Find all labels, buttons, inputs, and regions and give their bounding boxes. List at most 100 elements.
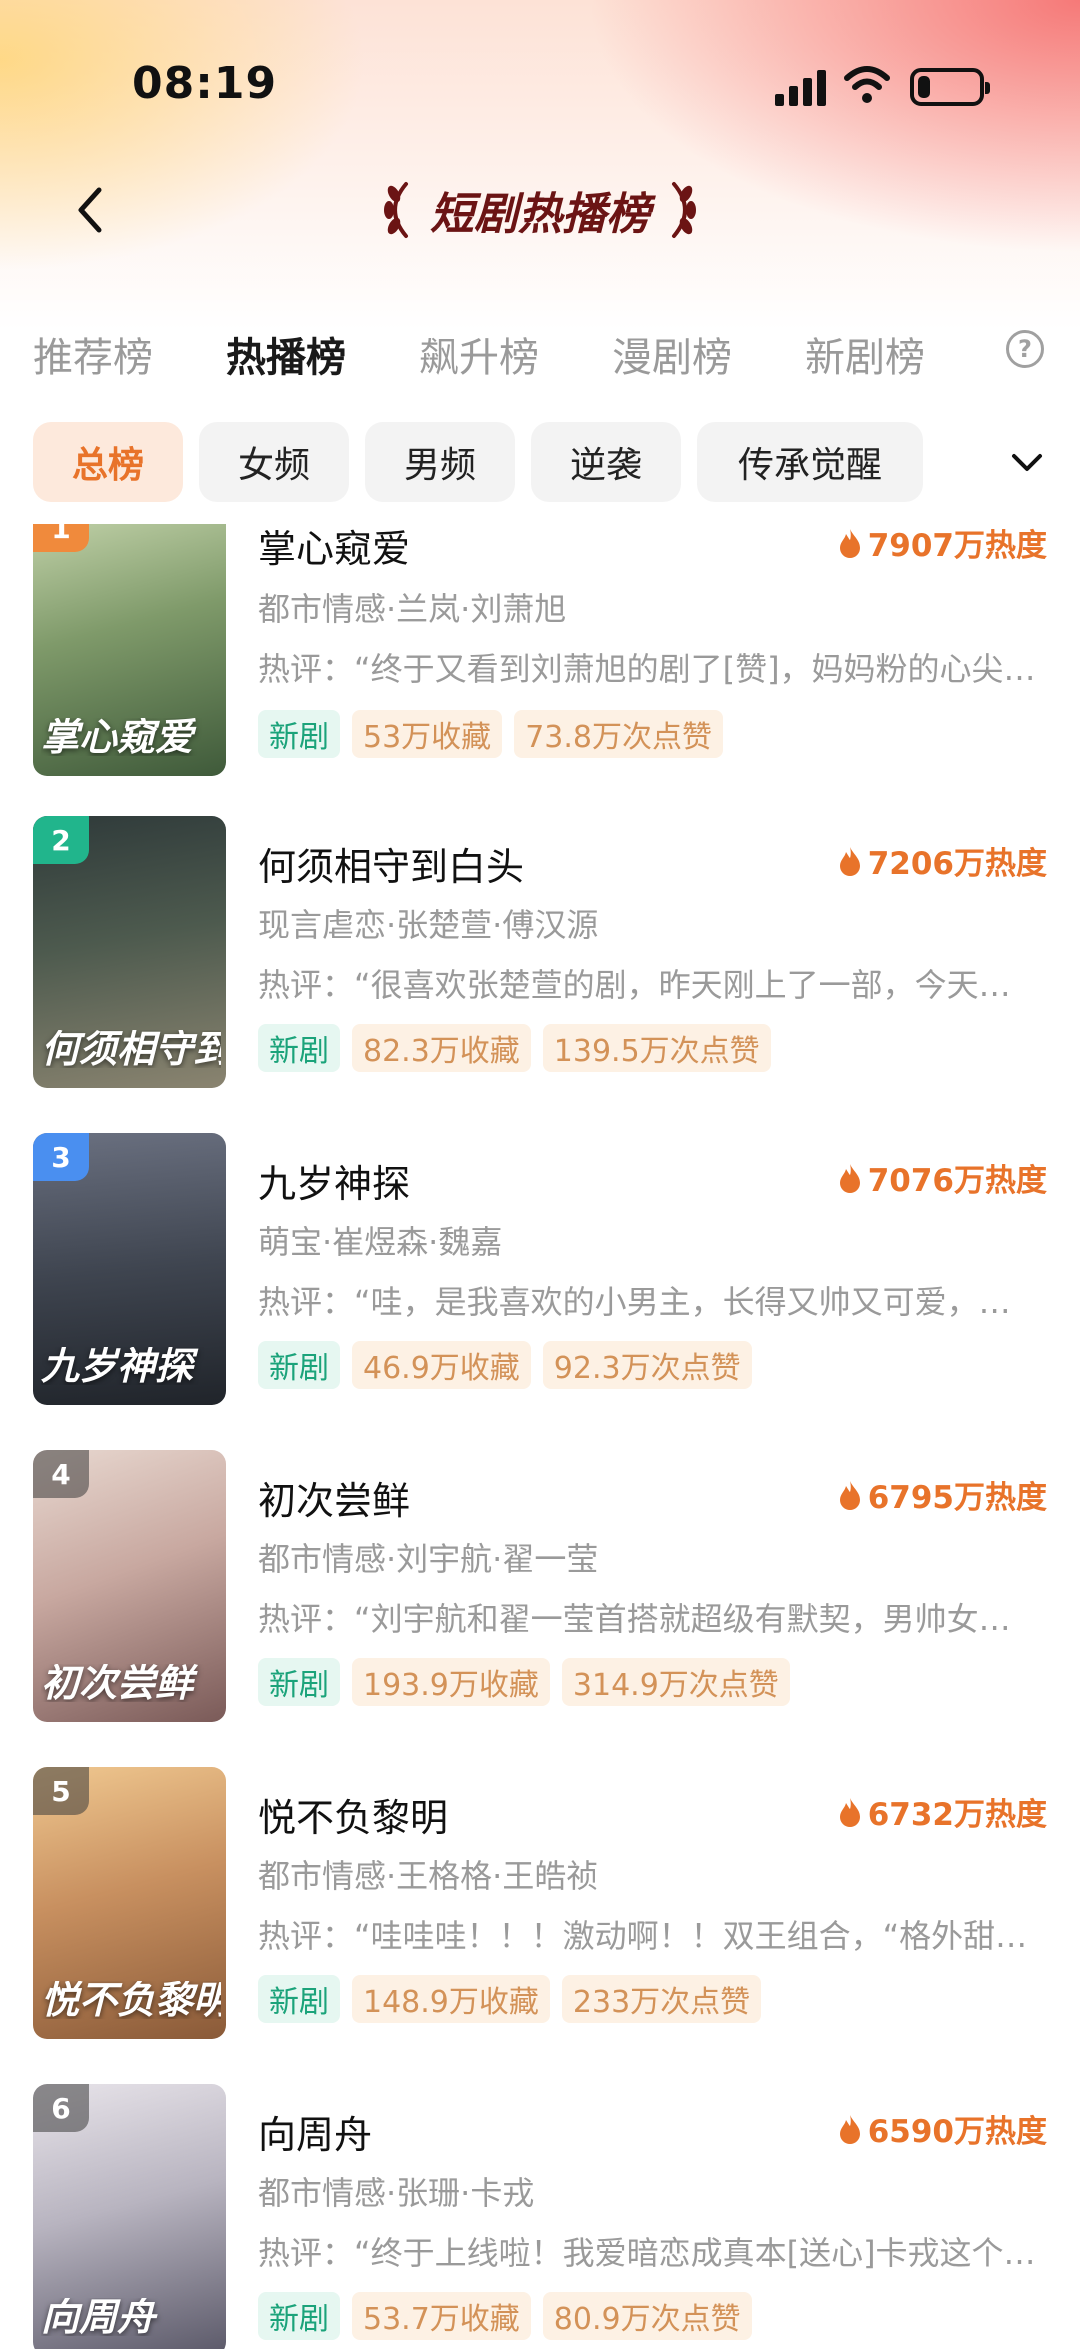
likes-tag: 139.5万次点赞 bbox=[542, 1024, 771, 1072]
tag-row: 新剧 193.9万收藏 314.9万次点赞 bbox=[258, 1658, 802, 1706]
poster-title: 初次尝鲜 bbox=[41, 1664, 194, 1702]
hot-comment: 热评：“刘宇航和翟一莹首搭就超级有默契，男帅女… bbox=[258, 1600, 1011, 1638]
laurel-left-icon bbox=[384, 182, 408, 238]
chip-awakening[interactable]: 传承觉醒 bbox=[697, 422, 923, 502]
flame-icon bbox=[839, 1163, 860, 1193]
hot-comment: 热评：“哇，是我喜欢的小男主，长得又帅又可爱，… bbox=[258, 1283, 1011, 1321]
list-item[interactable]: 5 悦不负黎明 悦不负黎明 6732万热度 都市情感·王格格·王皓祯 热评：“哇… bbox=[0, 1767, 1080, 2057]
list-item[interactable]: 4 初次尝鲜 初次尝鲜 6795万热度 都市情感·刘宇航·翟一莹 热评：“刘宇航… bbox=[0, 1450, 1080, 1740]
wifi-icon bbox=[844, 66, 890, 103]
poster-image[interactable]: 6 向周舟 bbox=[33, 2084, 226, 2349]
tag-row: 新剧 46.9万收藏 92.3万次点赞 bbox=[258, 1341, 764, 1389]
hot-comment: 热评：“终于又看到刘萧旭的剧了[赞]，妈妈粉的心尖… bbox=[258, 650, 1036, 688]
chip-all[interactable]: 总榜 bbox=[33, 422, 183, 502]
likes-tag: 314.9万次点赞 bbox=[561, 1658, 790, 1706]
tag-row: 新剧 53万收藏 73.8万次点赞 bbox=[258, 710, 735, 758]
poster-title: 向周舟 bbox=[41, 2298, 156, 2336]
chevron-down-icon bbox=[1012, 454, 1042, 471]
status-bar: 08:19 bbox=[0, 0, 1080, 160]
rank-badge: 4 bbox=[33, 1450, 89, 1498]
chip-comeback[interactable]: 逆袭 bbox=[531, 422, 681, 502]
tab-recommend[interactable]: 推荐榜 bbox=[33, 325, 153, 383]
drama-title[interactable]: 掌心窥爱 bbox=[258, 524, 410, 573]
drama-meta: 都市情感·王格格·王皓祯 bbox=[258, 1857, 599, 1895]
heat-value: 6732万热度 bbox=[867, 1797, 1047, 1833]
drama-title[interactable]: 九岁神探 bbox=[258, 1153, 410, 1208]
poster-image[interactable]: 1 掌心窥爱 bbox=[33, 524, 226, 776]
tab-new[interactable]: 新剧榜 bbox=[805, 325, 925, 383]
heat-score: 7907万热度 bbox=[838, 524, 1047, 565]
heat-score: 6732万热度 bbox=[838, 1789, 1047, 1834]
poster-image[interactable]: 3 九岁神探 bbox=[33, 1133, 226, 1405]
heat-score: 6795万热度 bbox=[838, 1472, 1047, 1517]
rank-badge: 6 bbox=[33, 2084, 89, 2132]
new-tag: 新剧 bbox=[258, 710, 340, 758]
tag-row: 新剧 148.9万收藏 233万次点赞 bbox=[258, 1975, 773, 2023]
list-item[interactable]: 1 掌心窥爱 掌心窥爱 7907万热度 都市情感·兰岚·刘萧旭 热评：“终于又看… bbox=[0, 524, 1080, 814]
new-tag: 新剧 bbox=[258, 1658, 340, 1706]
rank-badge: 3 bbox=[33, 1133, 89, 1181]
title-wrap: 短剧热播榜 bbox=[0, 170, 1080, 250]
drama-title[interactable]: 初次尝鲜 bbox=[258, 1470, 410, 1525]
likes-tag: 73.8万次点赞 bbox=[514, 710, 723, 758]
heat-value: 6795万热度 bbox=[867, 1480, 1047, 1516]
favorites-tag: 46.9万收藏 bbox=[352, 1341, 531, 1389]
poster-image[interactable]: 4 初次尝鲜 bbox=[33, 1450, 226, 1722]
tab-hot[interactable]: 热播榜 bbox=[226, 325, 346, 383]
heat-score: 7076万热度 bbox=[838, 1155, 1047, 1200]
expand-categories-button[interactable] bbox=[1000, 440, 1054, 486]
list-item[interactable]: 6 向周舟 向周舟 6590万热度 都市情感·张珊·卡戎 热评：“终于上线啦！我… bbox=[0, 2084, 1080, 2349]
new-tag: 新剧 bbox=[258, 1975, 340, 2023]
help-icon[interactable]: ? bbox=[1006, 330, 1044, 368]
poster-title: 悦不负黎明 bbox=[41, 1981, 221, 2019]
likes-tag: 233万次点赞 bbox=[561, 1975, 762, 2023]
page-title: 短剧热播榜 bbox=[430, 189, 650, 240]
new-tag: 新剧 bbox=[258, 2292, 340, 2340]
favorites-tag: 148.9万收藏 bbox=[352, 1975, 550, 2023]
drama-title[interactable]: 悦不负黎明 bbox=[258, 1787, 448, 1842]
drama-title[interactable]: 何须相守到白头 bbox=[258, 836, 524, 891]
heat-value: 7076万热度 bbox=[867, 1163, 1047, 1199]
flame-icon bbox=[839, 1797, 860, 1827]
drama-meta: 萌宝·崔煜森·魏嘉 bbox=[258, 1223, 503, 1261]
drama-meta: 都市情感·刘宇航·翟一莹 bbox=[258, 1540, 599, 1578]
heat-value: 7206万热度 bbox=[867, 846, 1047, 882]
chip-female[interactable]: 女频 bbox=[199, 422, 349, 502]
favorites-tag: 53万收藏 bbox=[352, 710, 503, 758]
heat-value: 6590万热度 bbox=[867, 2114, 1047, 2150]
list-item[interactable]: 3 九岁神探 九岁神探 7076万热度 萌宝·崔煜森·魏嘉 热评：“哇，是我喜欢… bbox=[0, 1133, 1080, 1423]
likes-tag: 80.9万次点赞 bbox=[542, 2292, 752, 2340]
nav-bar: 短剧热播榜 bbox=[0, 160, 1080, 270]
favorites-tag: 193.9万收藏 bbox=[352, 1658, 550, 1706]
tag-row: 新剧 53.7万收藏 80.9万次点赞 bbox=[258, 2292, 764, 2340]
favorites-tag: 82.3万收藏 bbox=[352, 1024, 531, 1072]
status-time: 08:19 bbox=[132, 58, 278, 109]
poster-title: 何须相守到白头 bbox=[41, 1030, 221, 1068]
likes-tag: 92.3万次点赞 bbox=[542, 1341, 752, 1389]
poster-title: 掌心窥爱 bbox=[41, 718, 194, 756]
laurel-right-icon bbox=[672, 182, 696, 238]
poster-image[interactable]: 5 悦不负黎明 bbox=[33, 1767, 226, 2039]
drama-meta: 现言虐恋·张楚萱·傅汉源 bbox=[258, 906, 599, 944]
rank-badge: 1 bbox=[33, 524, 89, 552]
drama-title[interactable]: 向周舟 bbox=[258, 2104, 372, 2159]
heat-score: 7206万热度 bbox=[838, 838, 1047, 883]
tab-comic[interactable]: 漫剧榜 bbox=[612, 325, 732, 383]
cellular-signal-icon bbox=[775, 70, 827, 106]
list-item[interactable]: 2 何须相守到白头 何须相守到白头 7206万热度 现言虐恋·张楚萱·傅汉源 热… bbox=[0, 816, 1080, 1106]
tag-row: 新剧 82.3万收藏 139.5万次点赞 bbox=[258, 1024, 783, 1072]
new-tag: 新剧 bbox=[258, 1024, 340, 1072]
drama-meta: 都市情感·兰岚·刘萧旭 bbox=[258, 590, 567, 628]
favorites-tag: 53.7万收藏 bbox=[352, 2292, 531, 2340]
tab-rising[interactable]: 飙升榜 bbox=[419, 325, 539, 383]
flame-icon bbox=[839, 2114, 860, 2144]
flame-icon bbox=[839, 528, 860, 558]
chip-male[interactable]: 男频 bbox=[365, 422, 515, 502]
hot-comment: 热评：“终于上线啦！我爱暗恋成真本[送心]卡戎这个… bbox=[258, 2234, 1036, 2272]
hot-comment: 热评：“哇哇哇！！！激动啊！！双王组合，“格外甜… bbox=[258, 1917, 1028, 1955]
poster-image[interactable]: 2 何须相守到白头 bbox=[33, 816, 226, 1088]
battery-icon bbox=[910, 68, 990, 106]
drama-meta: 都市情感·张珊·卡戎 bbox=[258, 2174, 535, 2212]
heat-score: 6590万热度 bbox=[838, 2106, 1047, 2151]
new-tag: 新剧 bbox=[258, 1341, 340, 1389]
